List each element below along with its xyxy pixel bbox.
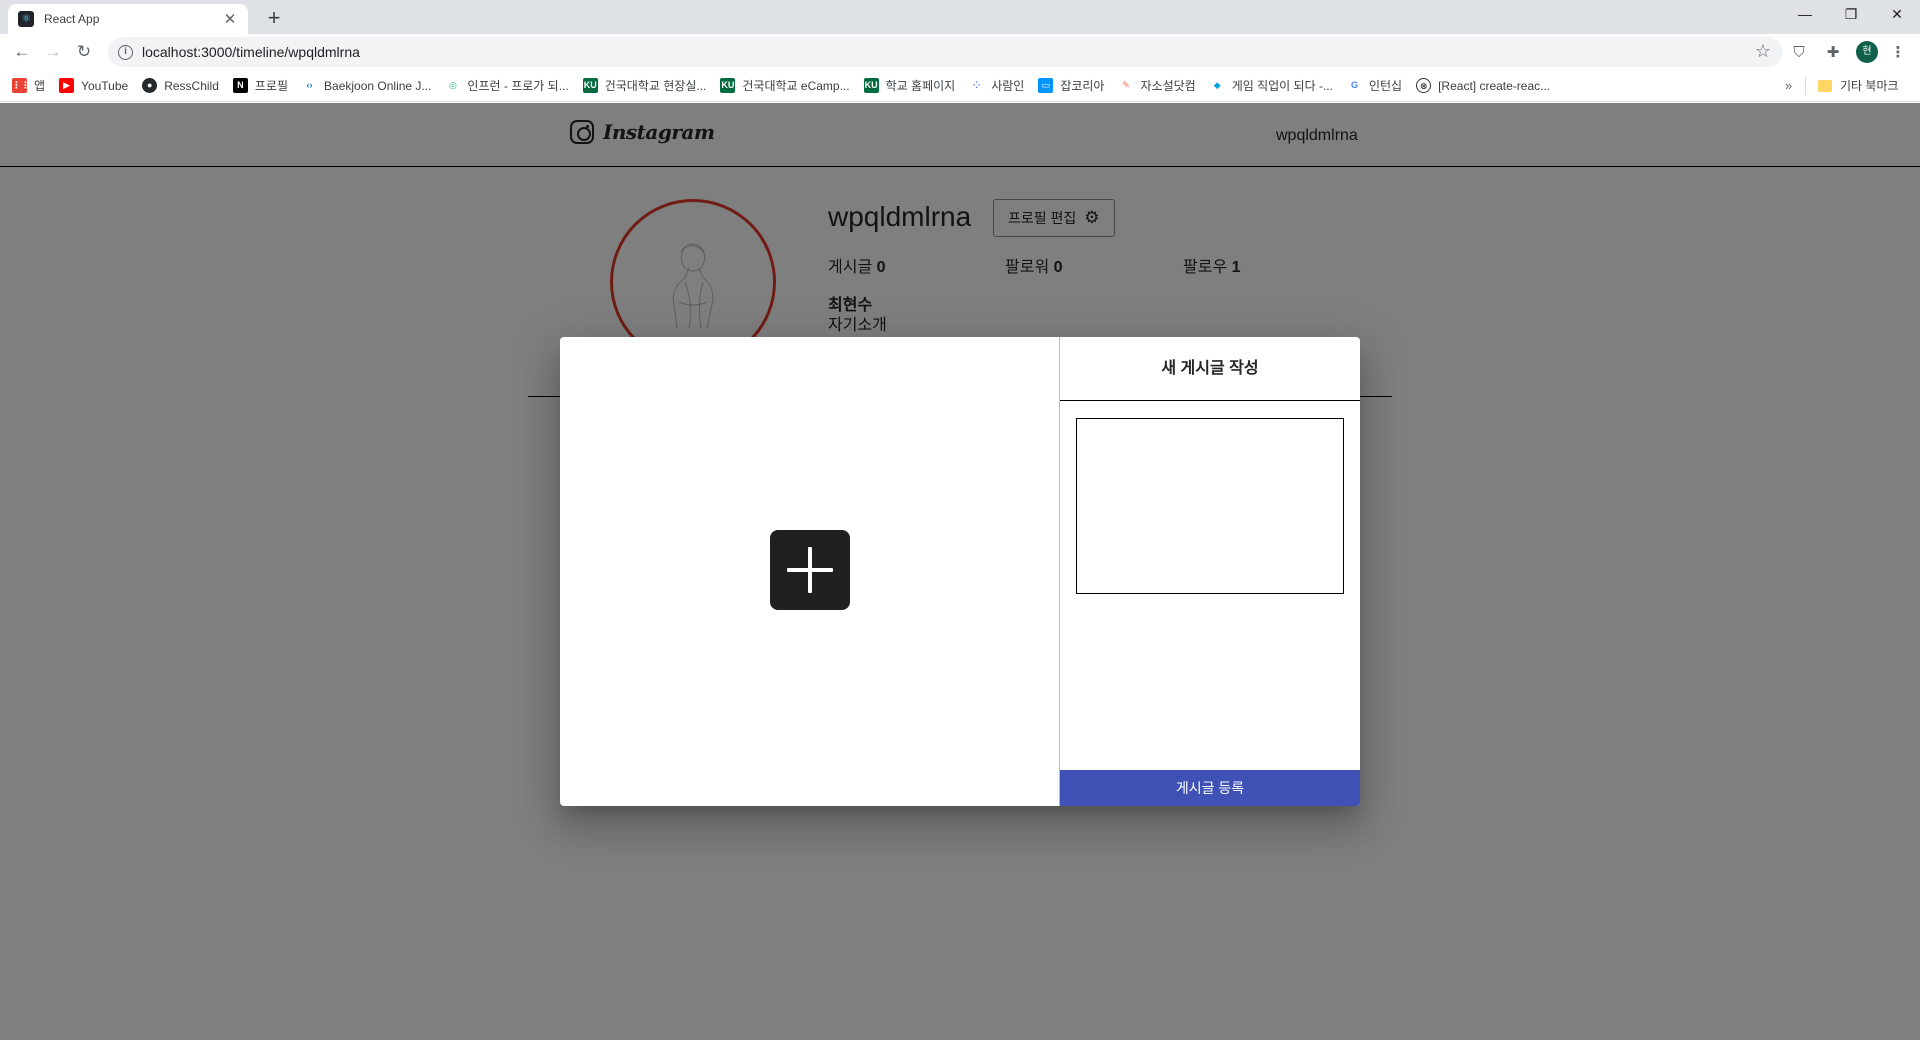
bookmark-label: [React] create-reac... [1438,78,1551,93]
react-favicon-icon: ⚛ [18,11,34,27]
bookmark-school-home[interactable]: KU 학교 홈페이지 [863,77,956,94]
tab-title: React App [44,12,100,26]
bookmark-label: 학교 홈페이지 [885,79,956,93]
bookmark-internship[interactable]: G 인턴십 [1346,77,1403,94]
new-tab-button[interactable]: + [260,6,288,32]
folder-icon [1818,79,1832,92]
other-bookmarks[interactable]: 기타 북마크 [1818,77,1899,94]
bookmark-apps[interactable]: ⋮⋮ 앱 [12,77,45,94]
chrome-menu-icon[interactable]: ⋮ [1887,42,1909,64]
bookmark-label: 인턴십 [1368,79,1403,93]
bookmark-label: 자소설닷컴 [1140,79,1196,93]
velog-icon: ⊗ [1416,78,1432,93]
tab-close-icon[interactable]: ✕ [222,10,238,28]
submit-post-button[interactable]: 게시글 등록 [1060,770,1360,806]
bookmark-label: 잡코리아 [1060,79,1105,93]
browser-toolbar: ← → ↻ i localhost:3000/timeline/wpqldmlr… [0,34,1920,70]
bookmark-label: 사람인 [991,79,1025,93]
add-photo-plus-icon[interactable] [770,530,850,610]
jobkorea-icon: ▭ [1038,78,1054,93]
restore-button[interactable]: ❐ [1828,0,1874,30]
url-text[interactable]: localhost:3000/timeline/wpqldmlrna [142,44,360,60]
game-icon: ◆ [1209,78,1225,93]
bookmark-label: 건국대학교 현장실... [604,79,707,93]
ku-icon: KU [720,78,736,93]
chrome-profile-avatar[interactable]: 현 [1856,41,1878,63]
bookmark-react-create[interactable]: ⊗ [React] create-reac... [1416,78,1550,93]
browser-tab-strip: ⚛ React App ✕ + — ❐ ✕ [0,0,1920,34]
bookmark-ku-ecampus[interactable]: KU 건국대학교 eCamp... [720,77,850,94]
site-info-icon[interactable]: i [118,44,133,60]
ku-icon: KU [863,78,879,93]
bookmark-label: 게임 직업이 되다 -... [1231,79,1333,93]
bookmark-label: 건국대학교 eCamp... [742,79,850,93]
google-icon: G [1346,78,1362,93]
bookmark-jobkorea[interactable]: ▭ 잡코리아 [1038,77,1104,94]
minimize-button[interactable]: — [1782,0,1828,30]
bookmark-resschild[interactable]: ● RessChild [142,78,219,93]
extensions-puzzle-icon[interactable]: ✚ [1822,42,1844,64]
modal-title: 새 게시글 작성 [1060,337,1360,401]
bookmark-ku-field[interactable]: KU 건국대학교 현장실... [582,77,707,94]
apps-grid-icon: ⋮⋮ [12,78,30,93]
inflearn-icon: ◎ [445,78,461,93]
bookmarks-overflow-icon[interactable]: » [1785,78,1792,93]
other-bookmarks-label: 기타 북마크 [1840,79,1899,93]
bookmark-game-job[interactable]: ◆ 게임 직업이 되다 -... [1209,77,1333,94]
github-icon: ● [142,78,158,93]
bookmark-label: 앱 [34,79,46,93]
shield-extension-icon[interactable]: ⛉ [1788,42,1810,64]
post-compose-panel: 새 게시글 작성 게시글 등록 [1060,337,1360,806]
ku-icon: KU [582,78,598,93]
notion-icon: N [232,78,248,93]
bookmark-label: 프로필 [254,79,289,93]
bookmark-profile[interactable]: N 프로필 [232,77,289,94]
forward-icon[interactable]: → [40,39,66,65]
back-icon[interactable]: ← [9,39,35,65]
reload-icon[interactable]: ↻ [71,39,97,65]
new-post-modal: 새 게시글 작성 게시글 등록 [560,337,1360,806]
bookmark-label: 인프런 - 프로가 되... [467,79,569,93]
close-window-button[interactable]: ✕ [1874,0,1920,30]
youtube-icon: ▶ [59,78,75,93]
bookmarks-bar: ⋮⋮ 앱 ▶ YouTube ● RessChild N 프로필 ‹› Baek… [0,70,1920,102]
pen-icon: ✎ [1118,78,1134,93]
code-icon: ‹› [302,78,318,93]
bookmark-jasoseol[interactable]: ✎ 자소설닷컴 [1118,77,1196,94]
image-upload-panel [560,337,1060,806]
bookmark-saramin[interactable]: ⁘ 사람인 [969,77,1024,94]
bookmark-label: Baekjoon Online J... [324,78,432,93]
saramin-icon: ⁘ [969,78,985,93]
browser-tab[interactable]: ⚛ React App ✕ [8,4,248,34]
bookmark-star-icon[interactable]: ☆ [1755,41,1771,62]
bookmark-label: YouTube [81,78,129,93]
bookmark-baekjoon[interactable]: ‹› Baekjoon Online J... [302,78,431,93]
window-controls: — ❐ ✕ [1782,0,1920,30]
bookmarks-divider [1805,77,1806,95]
bookmark-inflearn[interactable]: ◎ 인프런 - 프로가 되... [445,77,569,94]
bookmark-youtube[interactable]: ▶ YouTube [59,78,128,93]
bookmark-label: RessChild [164,78,219,93]
post-content-textarea[interactable] [1076,418,1344,594]
address-bar[interactable]: i localhost:3000/timeline/wpqldmlrna ☆ [108,37,1783,67]
